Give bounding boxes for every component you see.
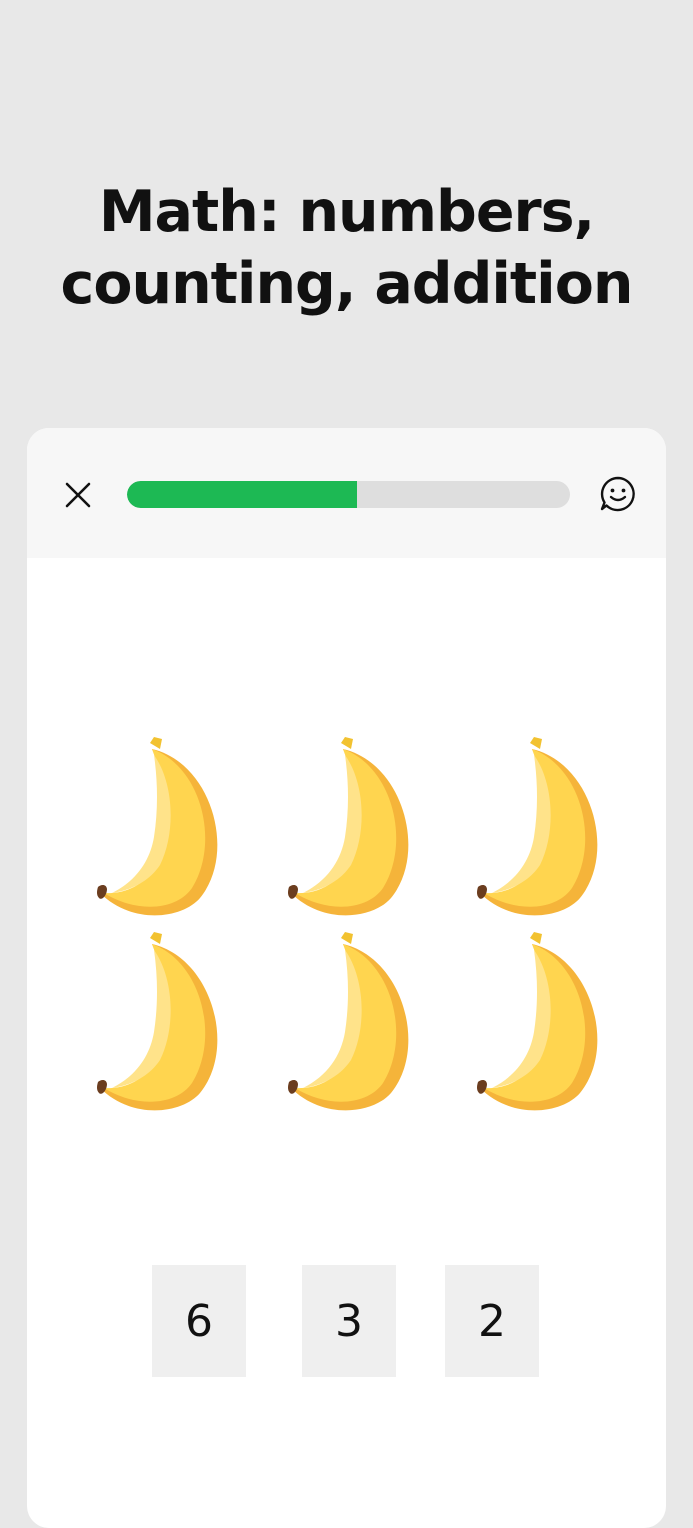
close-icon [65, 482, 91, 508]
feedback-button[interactable] [598, 474, 638, 514]
banana-icon [472, 928, 607, 1118]
answer-options: 632 [27, 1265, 666, 1377]
banana-icon [92, 928, 227, 1118]
lesson-progress-bar [127, 481, 570, 508]
banana-icon [92, 733, 227, 923]
banana-icon [283, 733, 418, 923]
banana-icon [283, 928, 418, 1118]
lesson-card: 632 [27, 428, 666, 1528]
answer-option-button[interactable]: 3 [302, 1265, 396, 1377]
close-button[interactable] [59, 476, 97, 514]
lesson-progress-fill [127, 481, 358, 508]
headline-line-1: Math: numbers, [98, 179, 595, 246]
headline-line-2: counting, addition [60, 251, 634, 318]
banana-icon [472, 733, 607, 923]
page-headline: Math: numbers, counting, addition [0, 176, 693, 320]
smiley-chat-icon [600, 476, 635, 512]
answer-option-button[interactable]: 2 [445, 1265, 539, 1377]
lesson-header [27, 428, 666, 558]
answer-option-button[interactable]: 6 [152, 1265, 246, 1377]
